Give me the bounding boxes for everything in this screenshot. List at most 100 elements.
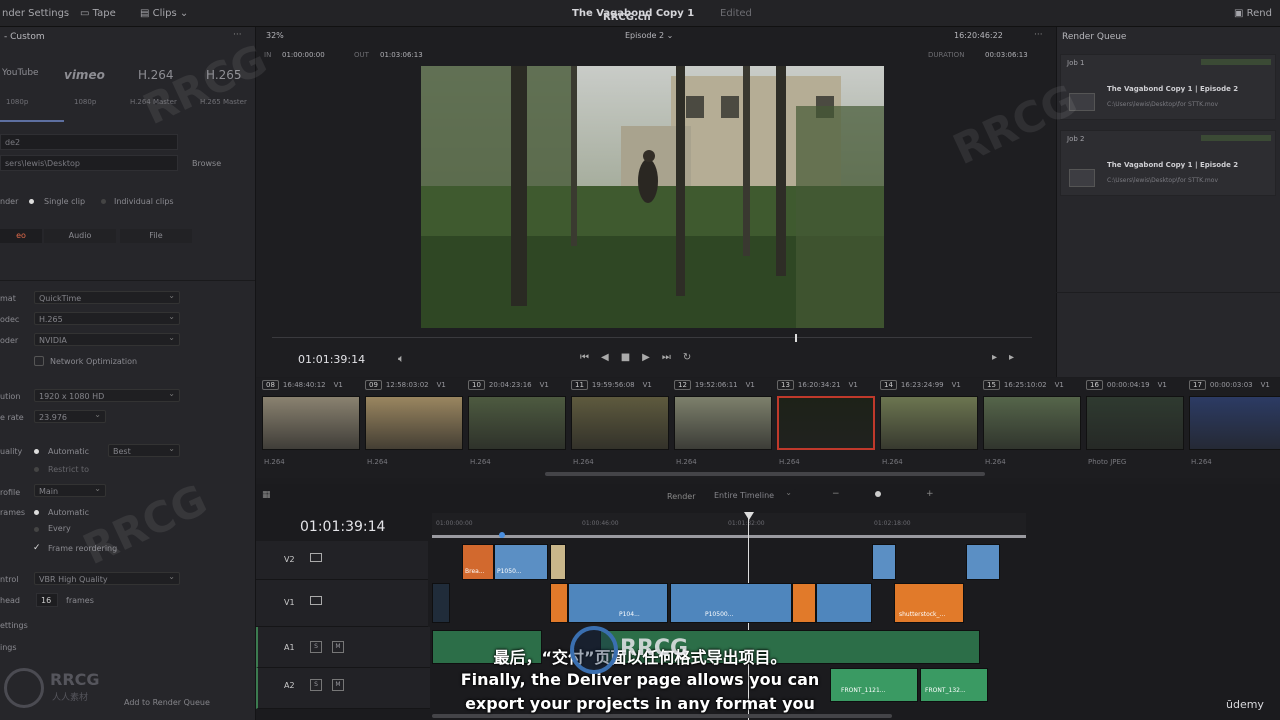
clip-thumbnail[interactable] <box>365 396 463 450</box>
transport-controls[interactable]: ⏮◀■▶⏭↻ <box>580 352 703 363</box>
render-button-top[interactable]: ▣ Rend <box>1234 8 1272 19</box>
panel-options-icon[interactable]: ··· <box>233 30 242 40</box>
profile-label: rofile <box>0 488 21 497</box>
clip-thumbnail[interactable] <box>1189 396 1280 450</box>
track-header-v2[interactable]: V2 <box>256 541 428 580</box>
clips-tab[interactable]: ▤ Clips ⌄ <box>140 8 188 19</box>
zoom-out-icon[interactable]: − <box>832 489 840 499</box>
timeline-clip[interactable] <box>550 544 566 580</box>
timeline-clip[interactable] <box>816 583 872 623</box>
zoom-level[interactable]: 32% <box>266 31 284 40</box>
quality-dropdown[interactable]: Best <box>108 442 180 457</box>
clip-thumbnail[interactable] <box>880 396 978 450</box>
filename-field[interactable]: de2 <box>0 134 178 150</box>
in-point-marker[interactable] <box>499 532 505 538</box>
track-header-v1[interactable]: V1 <box>256 580 428 627</box>
subtitle-english-1: Finally, the Deliver page allows you can <box>460 670 820 689</box>
job-2-progress <box>1201 135 1271 141</box>
browse-button[interactable]: Browse <box>192 159 221 168</box>
clip-strip-scrollbar[interactable] <box>545 472 985 476</box>
single-clip-radio[interactable] <box>29 199 34 204</box>
clip-header: 15 16:25:10:02 V1 <box>983 380 1064 392</box>
clip-thumbnail[interactable] <box>1086 396 1184 450</box>
viewer-options-icon[interactable]: ··· <box>1034 30 1043 40</box>
clip-header: 14 16:23:24:99 V1 <box>880 380 961 392</box>
resolution-dropdown[interactable]: 1920 x 1080 HD <box>34 387 180 402</box>
clip-track: V1 <box>1054 381 1064 389</box>
in-label: IN <box>264 51 272 59</box>
timeline-clip[interactable]: P10500... <box>670 583 792 623</box>
advanced-settings-label[interactable]: ettings <box>0 621 28 630</box>
zoom-slider-handle[interactable] <box>875 491 881 497</box>
clip-thumbnail[interactable] <box>777 396 875 450</box>
profile-dropdown[interactable]: Main <box>34 482 106 497</box>
format-dropdown[interactable]: QuickTime <box>34 289 180 304</box>
tab-file[interactable]: File <box>120 229 192 243</box>
preset-youtube[interactable]: YouTube <box>2 68 39 78</box>
clip-thumbnail[interactable] <box>983 396 1081 450</box>
track-v1-monitor-icon[interactable] <box>310 596 322 605</box>
playhead-handle-icon[interactable] <box>744 512 754 520</box>
frames-unit-label: frames <box>66 596 94 605</box>
encoder-dropdown[interactable]: NVIDIA <box>34 331 180 346</box>
clip-thumbnail[interactable] <box>674 396 772 450</box>
timeline-timecode: 01:01:39:14 <box>300 519 386 535</box>
out-label: OUT <box>354 51 369 59</box>
clip-timecode: 16:20:34:21 <box>797 381 841 389</box>
individual-clips-radio[interactable] <box>101 199 106 204</box>
clip-number: 13 <box>777 380 794 390</box>
lookahead-field[interactable]: 16 <box>36 593 58 607</box>
individual-clips-label: Individual clips <box>114 197 174 206</box>
timeline-clip[interactable] <box>550 583 568 623</box>
restrict-radio[interactable] <box>34 467 39 472</box>
codec-dropdown[interactable]: H.265 <box>34 310 180 325</box>
speaker-icon[interactable]: 🔈︎ <box>398 352 405 366</box>
keyframes-every-radio[interactable] <box>34 527 39 532</box>
rate-control-dropdown[interactable]: VBR High Quality <box>34 570 180 585</box>
tab-audio[interactable]: Audio <box>44 229 116 243</box>
render-range-label: Render <box>667 492 696 501</box>
clip-thumbnail[interactable] <box>468 396 566 450</box>
clip-thumbnail[interactable] <box>571 396 669 450</box>
quality-automatic-radio[interactable] <box>34 449 39 454</box>
tab-video[interactable]: eo <box>0 229 42 243</box>
timeline-selector[interactable]: Episode 2 ⌄ <box>625 31 673 40</box>
nav-arrows-icon[interactable]: ▸▸ <box>992 352 1026 363</box>
preset-vimeo[interactable]: vimeo <box>64 68 105 82</box>
timeline-clip[interactable] <box>966 544 1000 580</box>
job-2-name: The Vagabond Copy 1 | Episode 2 <box>1107 161 1239 169</box>
render-job-1[interactable]: Job 1 The Vagabond Copy 1 | Episode 2 C:… <box>1060 54 1276 120</box>
rrcg-logo-text: RRCG <box>620 636 689 661</box>
timeline-scrollbar[interactable] <box>432 714 892 718</box>
clip-codec: Photo JPEG <box>1088 458 1127 466</box>
timeline-clip[interactable]: P104... <box>568 583 668 623</box>
udemy-logo: ūdemy <box>1226 698 1264 711</box>
framerate-label: e rate <box>0 413 24 422</box>
tape-tab[interactable]: ▭ Tape <box>80 8 116 19</box>
track-v2-monitor-icon[interactable] <box>310 553 322 562</box>
framerate-dropdown[interactable]: 23.976 <box>34 408 106 423</box>
timeline-ruler[interactable]: 01:00:00:00 01:00:46:00 01:01:32:00 01:0… <box>432 513 1026 538</box>
location-field[interactable]: sers\lewis\Desktop <box>0 155 178 171</box>
clip-track: V1 <box>1260 381 1270 389</box>
clip-thumbnail[interactable] <box>262 396 360 450</box>
timeline-clip[interactable]: P1050... <box>494 544 548 580</box>
scrubber-track[interactable] <box>272 337 1032 338</box>
timeline-clip[interactable] <box>792 583 816 623</box>
render-settings-tab[interactable]: nder Settings <box>2 8 69 19</box>
timeline-clip[interactable] <box>872 544 896 580</box>
timeline-clip[interactable] <box>432 583 450 623</box>
job-2-id: Job 2 <box>1067 135 1085 143</box>
render-job-2[interactable]: Job 2 The Vagabond Copy 1 | Episode 2 C:… <box>1060 130 1276 196</box>
timeline-clip[interactable]: Brea... <box>462 544 494 580</box>
duration-value: 00:03:06:13 <box>985 51 1028 59</box>
timeline-options-icon[interactable]: ▦ <box>262 490 271 500</box>
zoom-in-icon[interactable]: + <box>926 489 934 499</box>
scrubber-playhead[interactable] <box>795 334 797 342</box>
keyframes-auto-radio[interactable] <box>34 510 39 515</box>
render-range-dropdown[interactable]: Entire Timeline <box>710 486 796 502</box>
frame-reordering-checkbox[interactable]: ✓ <box>33 543 41 553</box>
timeline-clip[interactable]: shutterstock_... <box>894 583 964 623</box>
codec-label: odec <box>0 315 20 324</box>
network-optimization-checkbox[interactable] <box>34 356 44 366</box>
